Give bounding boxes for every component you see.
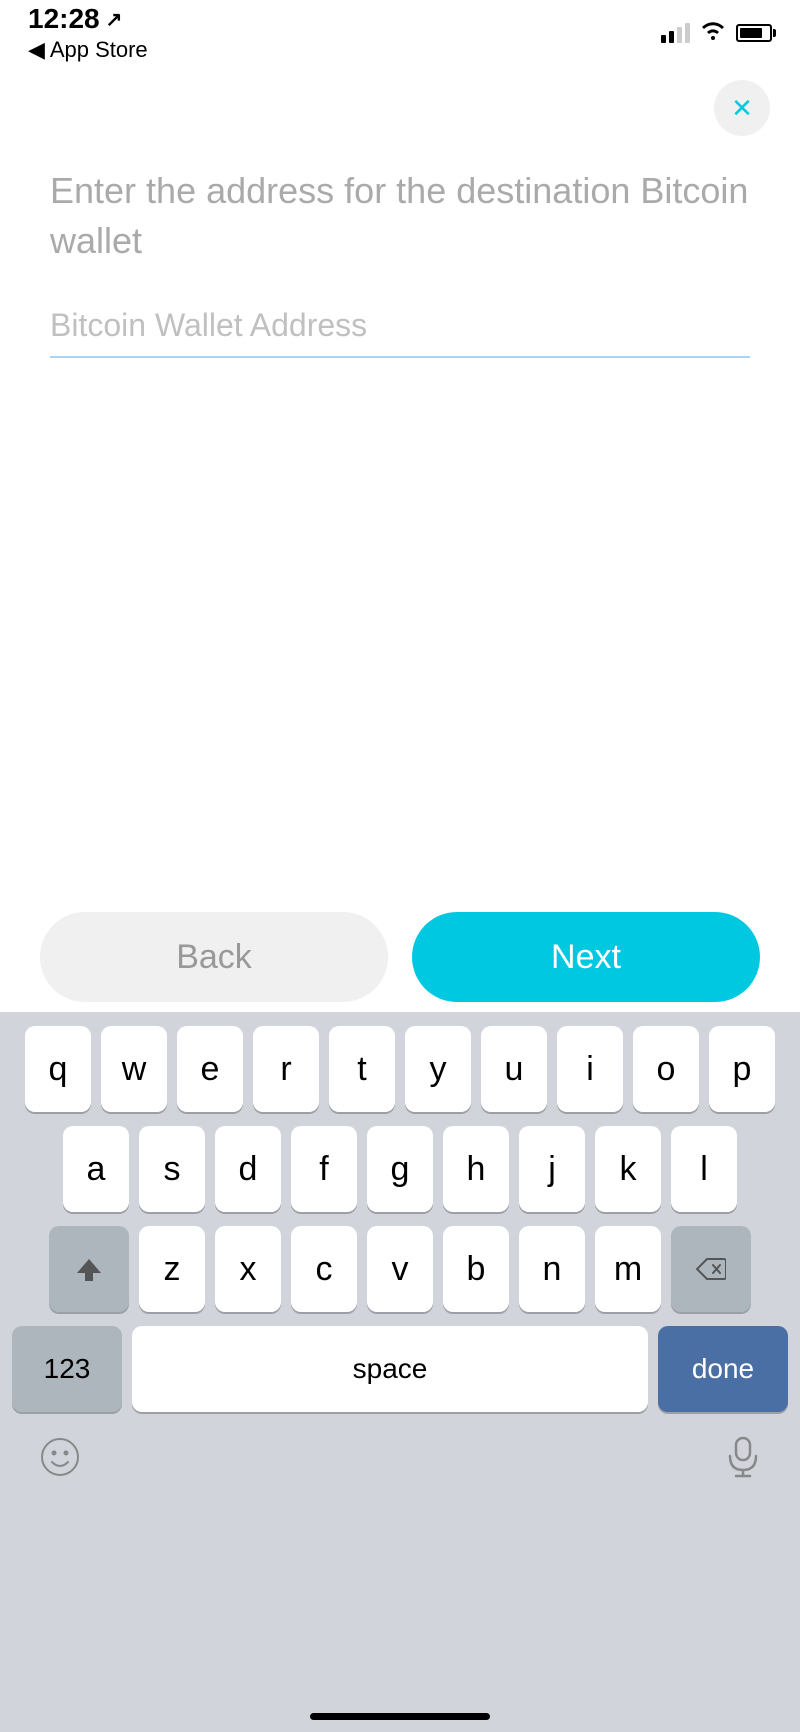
keyboard-row-1: q w e r t y u i o p <box>6 1026 794 1112</box>
key-g[interactable]: g <box>367 1126 433 1212</box>
key-x[interactable]: x <box>215 1226 281 1312</box>
key-f[interactable]: f <box>291 1126 357 1212</box>
key-i[interactable]: i <box>557 1026 623 1112</box>
delete-key[interactable] <box>671 1226 751 1312</box>
key-l[interactable]: l <box>671 1126 737 1212</box>
key-a[interactable]: a <box>63 1126 129 1212</box>
battery-icon <box>736 24 772 42</box>
wifi-icon <box>700 20 726 46</box>
key-w[interactable]: w <box>101 1026 167 1112</box>
key-d[interactable]: d <box>215 1126 281 1212</box>
keyboard-bottom-row: 123 space done <box>6 1326 794 1412</box>
numbers-key[interactable]: 123 <box>12 1326 122 1412</box>
close-icon: ✕ <box>731 95 753 121</box>
keyboard-row-3: z x c v b n m <box>6 1226 794 1312</box>
wallet-address-input[interactable] <box>50 307 750 344</box>
key-m[interactable]: m <box>595 1226 661 1312</box>
close-button-container: ✕ <box>0 60 800 136</box>
home-indicator <box>310 1713 490 1720</box>
main-content: Enter the address for the destination Bi… <box>0 136 800 358</box>
location-icon: ↗ <box>106 7 123 32</box>
instruction-text: Enter the address for the destination Bi… <box>50 166 750 267</box>
key-n[interactable]: n <box>519 1226 585 1312</box>
key-e[interactable]: e <box>177 1026 243 1112</box>
done-key[interactable]: done <box>658 1326 788 1412</box>
time-display: 12:28 <box>28 3 100 35</box>
next-button[interactable]: Next <box>412 912 760 1002</box>
space-key[interactable]: space <box>132 1326 648 1412</box>
key-s[interactable]: s <box>139 1126 205 1212</box>
key-u[interactable]: u <box>481 1026 547 1112</box>
app-store-back[interactable]: ◀ App Store <box>28 37 148 63</box>
signal-icon <box>661 23 690 43</box>
key-h[interactable]: h <box>443 1126 509 1212</box>
key-b[interactable]: b <box>443 1226 509 1312</box>
key-z[interactable]: z <box>139 1226 205 1312</box>
keyboard-row-2: a s d f g h j k l <box>6 1126 794 1212</box>
close-button[interactable]: ✕ <box>714 80 770 136</box>
shift-key[interactable] <box>49 1226 129 1312</box>
keyboard: q w e r t y u i o p a s d f g h j k l <box>0 1012 800 1732</box>
key-j[interactable]: j <box>519 1126 585 1212</box>
back-button[interactable]: Back <box>40 912 388 1002</box>
microphone-button[interactable] <box>726 1436 760 1488</box>
key-q[interactable]: q <box>25 1026 91 1112</box>
key-p[interactable]: p <box>709 1026 775 1112</box>
keyboard-rows: q w e r t y u i o p a s d f g h j k l <box>0 1012 800 1412</box>
action-buttons: Back Next <box>0 912 800 1002</box>
key-t[interactable]: t <box>329 1026 395 1112</box>
emoji-mic-row <box>0 1426 800 1488</box>
status-icons <box>661 20 772 46</box>
key-r[interactable]: r <box>253 1026 319 1112</box>
status-bar: 12:28 ↗ ◀ App Store <box>0 0 800 60</box>
status-left: 12:28 ↗ ◀ App Store <box>28 3 148 63</box>
key-c[interactable]: c <box>291 1226 357 1312</box>
key-o[interactable]: o <box>633 1026 699 1112</box>
back-nav-label[interactable]: ◀ App Store <box>28 37 148 63</box>
key-y[interactable]: y <box>405 1026 471 1112</box>
status-time: 12:28 ↗ <box>28 3 148 35</box>
wallet-input-container <box>50 307 750 358</box>
key-v[interactable]: v <box>367 1226 433 1312</box>
emoji-button[interactable] <box>40 1437 80 1487</box>
key-k[interactable]: k <box>595 1126 661 1212</box>
